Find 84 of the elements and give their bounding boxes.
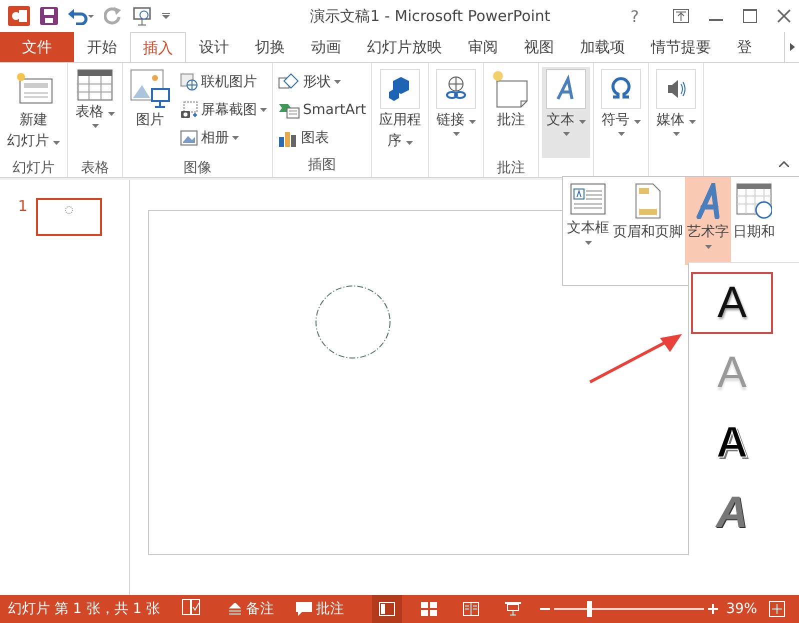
view-button[interactable] bbox=[372, 595, 402, 623]
tables-group-label: 表格 bbox=[81, 160, 110, 176]
zoom-percentage[interactable]: 39% bbox=[726, 601, 758, 617]
symbols-button[interactable]: 符号 bbox=[597, 67, 646, 158]
table-button[interactable]: 表格 bbox=[71, 67, 119, 158]
picture-icon bbox=[130, 69, 170, 109]
smartart-button[interactable]: SmartArt bbox=[276, 97, 368, 123]
chart-icon bbox=[278, 129, 298, 147]
link-icon bbox=[436, 69, 476, 109]
shapes-icon bbox=[278, 73, 300, 91]
slide-sorter-icon bbox=[421, 602, 438, 616]
smartart-icon bbox=[278, 101, 300, 119]
minimize-icon bbox=[709, 19, 723, 21]
scroll-right-icon bbox=[790, 43, 794, 51]
ribbon-tab[interactable]: 切换 bbox=[242, 32, 298, 62]
omega-icon bbox=[601, 69, 642, 109]
ribbon-tab[interactable]: 视图 bbox=[511, 32, 567, 62]
help-button[interactable]: ? bbox=[630, 6, 639, 26]
ribbon-tab[interactable]: 动画 bbox=[298, 32, 354, 62]
wordart-icon bbox=[546, 69, 586, 109]
calendar-clock-icon bbox=[736, 183, 772, 219]
online-pictures-button[interactable]: 联机图片 bbox=[178, 69, 269, 95]
presentation-icon bbox=[132, 6, 152, 26]
comment-icon bbox=[296, 602, 312, 616]
file-menu-button[interactable]: 文件 bbox=[0, 32, 74, 62]
header-footer-icon bbox=[635, 183, 661, 219]
maximize-icon bbox=[743, 9, 757, 23]
redo-icon bbox=[104, 7, 122, 25]
screenshot-icon bbox=[180, 101, 198, 119]
zoom-slider-thumb[interactable] bbox=[586, 601, 592, 617]
online-picture-icon bbox=[180, 73, 198, 91]
close-icon bbox=[777, 9, 791, 23]
ribbon-tab[interactable]: 加载项 bbox=[567, 32, 638, 62]
wordart-style-option[interactable]: A bbox=[691, 272, 773, 334]
text-box-icon bbox=[570, 183, 606, 215]
ribbon-tab[interactable]: 登 bbox=[724, 32, 765, 62]
ribbon-tab[interactable]: 幻灯片放映 bbox=[354, 32, 455, 62]
slides-group-label: 幻灯片 bbox=[12, 160, 55, 176]
save-icon bbox=[40, 7, 58, 25]
comments-button[interactable]: 批注 bbox=[292, 595, 348, 623]
collapse-ribbon-icon bbox=[779, 161, 789, 167]
illustrations-group-label: 插图 bbox=[308, 157, 336, 173]
photo-album-icon bbox=[180, 129, 198, 147]
undo-icon bbox=[68, 7, 94, 25]
window-title: 演示文稿1 - Microsoft PowerPoint bbox=[309, 6, 552, 26]
wordart-button[interactable]: 艺术字 bbox=[685, 177, 731, 265]
ribbon-display-options-icon bbox=[673, 9, 689, 23]
apps-icon bbox=[380, 69, 420, 109]
fit-to-window-icon bbox=[769, 601, 786, 617]
ribbon-tab[interactable]: 插入 bbox=[130, 32, 186, 62]
screenshot-button[interactable]: 屏幕截图 bbox=[178, 97, 269, 123]
apps-button[interactable]: 应用程 序 bbox=[375, 67, 426, 158]
slide-count-text: 幻灯片 第 1 张，共 1 张 bbox=[8, 600, 160, 618]
normal-view-icon bbox=[379, 602, 396, 616]
link-button[interactable]: 链接 bbox=[432, 67, 480, 158]
notes-icon bbox=[228, 603, 242, 615]
zoom-in-icon bbox=[708, 604, 718, 614]
speaker-icon bbox=[656, 69, 696, 109]
picture-button[interactable]: 图片 bbox=[126, 67, 174, 158]
slideshow-icon bbox=[505, 602, 522, 616]
ribbon-tab[interactable]: 设计 bbox=[186, 32, 242, 62]
images-group-label: 图像 bbox=[183, 160, 212, 176]
slide-thumbnail[interactable] bbox=[36, 198, 102, 236]
shapes-button[interactable]: 形状 bbox=[276, 69, 368, 95]
media-button[interactable]: 媒体 bbox=[652, 67, 700, 158]
table-icon bbox=[77, 69, 114, 101]
ribbon-tab[interactable]: 情节提要 bbox=[638, 32, 724, 62]
new-slide-button[interactable]: 新建 幻灯片 bbox=[3, 67, 64, 158]
slide-number: 1 bbox=[18, 198, 28, 214]
proofing-icon bbox=[182, 599, 200, 615]
ribbon-tab[interactable]: 审阅 bbox=[455, 32, 511, 62]
circle-shape-icon bbox=[64, 206, 73, 214]
ribbon-tab[interactable]: 开始 bbox=[74, 32, 130, 62]
header-footer-button[interactable]: 页眉和页脚 bbox=[611, 177, 685, 265]
notes-button[interactable]: 备注 bbox=[224, 595, 278, 623]
powerpoint-logo-icon bbox=[8, 6, 30, 26]
comments-group-label: 批注 bbox=[497, 160, 526, 176]
reading-view-icon bbox=[463, 602, 480, 616]
text-button[interactable]: 文本 bbox=[542, 67, 590, 158]
photo-album-button[interactable]: 相册 bbox=[178, 125, 269, 151]
text-box-button[interactable]: 文本框 bbox=[565, 177, 611, 265]
customize-caret-icon bbox=[162, 13, 170, 19]
chart-button[interactable]: 图表 bbox=[276, 125, 368, 151]
comment-button[interactable]: 批注 bbox=[487, 67, 536, 158]
